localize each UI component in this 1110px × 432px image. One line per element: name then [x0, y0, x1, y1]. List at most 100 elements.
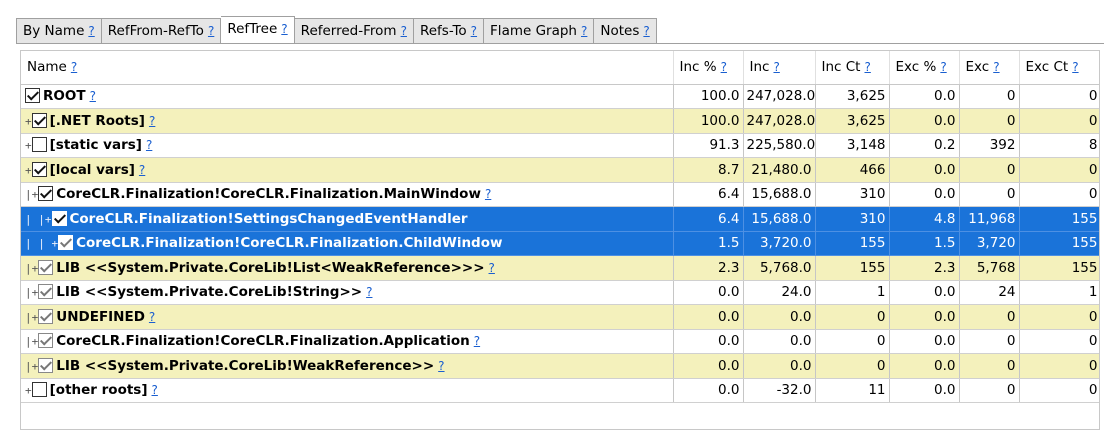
help-link[interactable]: ?	[721, 60, 727, 74]
expand-toggle[interactable]: +	[32, 188, 39, 201]
name-cell: | | + CoreCLR.Finalization!CoreCLR.Finali…	[21, 231, 674, 256]
row-checkbox[interactable]	[31, 161, 47, 177]
expand-toggle[interactable]: +	[32, 286, 39, 299]
row-checkbox[interactable]	[51, 210, 67, 226]
column-header-label: Inc %	[679, 59, 717, 76]
help-link[interactable]: ?	[88, 24, 94, 38]
help-link[interactable]: ?	[149, 310, 155, 324]
cell-exc-ct: 0	[1019, 378, 1099, 403]
cell-inc-ct: 3,625	[815, 108, 890, 134]
help-link[interactable]: ?	[401, 24, 407, 38]
help-link[interactable]: ?	[581, 24, 587, 38]
column-header-name[interactable]: Name?	[21, 51, 674, 85]
tree-row[interactable]: + [other roots]? 0.0 -32.0 11 0.0 0 0	[21, 378, 1099, 403]
tree-row[interactable]: ROOT? 100.0 247,028.0 3,625 0.0 0 0	[21, 84, 1099, 109]
row-checkbox[interactable]	[31, 137, 47, 153]
tree-row[interactable]: + [local vars]? 8.7 21,480.0 466 0.0 0 0	[21, 157, 1099, 183]
column-header-inc[interactable]: Inc?	[743, 51, 816, 85]
node-name: CoreCLR.Finalization!CoreCLR.Finalizatio…	[56, 333, 470, 350]
help-link[interactable]: ?	[146, 138, 152, 152]
tree-row[interactable]: |+ UNDEFINED? 0.0 0.0 0 0.0 0 0	[21, 304, 1099, 330]
row-checkbox[interactable]	[38, 284, 54, 300]
help-link[interactable]: ?	[281, 22, 287, 36]
expand-toggle[interactable]: +	[25, 115, 32, 128]
name-cell: |+ UNDEFINED?	[21, 304, 674, 330]
tab-by-name[interactable]: By Name?	[16, 18, 102, 44]
help-link[interactable]: ?	[90, 89, 96, 103]
tab-refs-to[interactable]: Refs-To?	[413, 18, 485, 44]
cell-inc-pct: 0.0	[673, 280, 744, 305]
row-checkbox[interactable]	[25, 88, 40, 104]
cell-exc-ct: 0	[1019, 108, 1099, 134]
help-link[interactable]: ?	[643, 24, 649, 38]
node-name: ROOT	[43, 88, 86, 105]
help-link[interactable]: ?	[471, 24, 477, 38]
help-link[interactable]: ?	[485, 187, 491, 201]
tab-referred-from[interactable]: Referred-From?	[294, 18, 414, 44]
help-link[interactable]: ?	[993, 60, 999, 74]
cell-exc-ct: 0	[1019, 329, 1099, 354]
help-link[interactable]: ?	[773, 60, 779, 74]
column-header-exc-[interactable]: Exc %?	[889, 51, 960, 85]
tab-label: RefFrom-RefTo	[107, 23, 204, 39]
help-link[interactable]: ?	[864, 60, 870, 74]
help-link[interactable]: ?	[208, 24, 214, 38]
tree-row[interactable]: |+ CoreCLR.Finalization!CoreCLR.Finalizat…	[21, 329, 1099, 354]
node-name: LIB <<System.Private.CoreLib!WeakReferen…	[56, 357, 435, 374]
cell-inc: 247,028.0	[743, 84, 816, 109]
row-checkbox[interactable]	[38, 333, 54, 349]
help-link[interactable]: ?	[71, 60, 77, 74]
expand-toggle[interactable]: +	[32, 335, 39, 348]
help-link[interactable]: ?	[1072, 60, 1078, 74]
expand-toggle[interactable]: +	[32, 360, 39, 373]
row-checkbox[interactable]	[58, 235, 74, 251]
cell-exc-pct: 0.0	[889, 108, 960, 134]
tab-reftree[interactable]: RefTree?	[221, 16, 295, 44]
cell-inc: 21,480.0	[743, 157, 816, 183]
row-checkbox[interactable]	[31, 112, 47, 128]
expand-toggle[interactable]: +	[25, 164, 32, 177]
tree-row[interactable]: |+ LIB <<System.Private.CoreLib!String>>?…	[21, 280, 1099, 305]
expand-toggle[interactable]: +	[25, 384, 32, 397]
help-link[interactable]: ?	[139, 163, 145, 177]
tree-row[interactable]: |+ LIB <<System.Private.CoreLib!WeakRefer…	[21, 353, 1099, 379]
cell-inc-ct: 0	[815, 353, 890, 379]
tree-row[interactable]: + [.NET Roots]? 100.0 247,028.0 3,625 0.0 0 0	[21, 108, 1099, 134]
cell-exc-ct: 1	[1019, 280, 1099, 305]
expand-toggle[interactable]: +	[25, 139, 32, 152]
column-header-exc-ct[interactable]: Exc Ct?	[1019, 51, 1099, 85]
cell-inc: 5,768.0	[743, 255, 816, 281]
help-link[interactable]: ?	[366, 285, 372, 299]
row-checkbox[interactable]	[38, 186, 54, 202]
row-checkbox[interactable]	[38, 357, 54, 373]
column-header-exc[interactable]: Exc?	[959, 51, 1020, 85]
node-name: CoreCLR.Finalization!SettingsChangedEven…	[69, 210, 468, 227]
name-cell: ROOT?	[21, 84, 674, 109]
expand-toggle[interactable]: +	[32, 311, 39, 324]
help-link[interactable]: ?	[149, 114, 155, 128]
tree-row[interactable]: + [static vars]? 91.3 225,580.0 3,148 0.2 392 8	[21, 133, 1099, 158]
tree-row[interactable]: |+ LIB <<System.Private.CoreLib!List<Weak…	[21, 255, 1099, 281]
row-checkbox[interactable]	[31, 382, 47, 398]
tree-row[interactable]: |+ CoreCLR.Finalization!CoreCLR.Finalizat…	[21, 182, 1099, 207]
help-link[interactable]: ?	[152, 383, 158, 397]
help-link[interactable]: ?	[474, 334, 480, 348]
help-link[interactable]: ?	[489, 261, 495, 275]
row-checkbox[interactable]	[38, 259, 54, 275]
help-link[interactable]: ?	[438, 359, 444, 373]
cell-inc: 247,028.0	[743, 108, 816, 134]
expand-toggle[interactable]: +	[52, 237, 59, 250]
help-link[interactable]: ?	[940, 60, 946, 74]
tree-row[interactable]: | |+ CoreCLR.Finalization!SettingsChanged…	[21, 206, 1099, 232]
expand-toggle[interactable]: +	[45, 213, 52, 226]
ref-tree-grid[interactable]: Name? Inc %? Inc? Inc Ct? Exc %? Exc? Exc Ct? …	[20, 50, 1100, 430]
row-checkbox[interactable]	[38, 308, 54, 324]
expand-toggle[interactable]: +	[32, 262, 39, 275]
tab-reffrom-refto[interactable]: RefFrom-RefTo?	[101, 18, 222, 44]
column-header-inc-[interactable]: Inc %?	[673, 51, 744, 85]
tab-flame-graph[interactable]: Flame Graph?	[484, 18, 595, 44]
tab-notes[interactable]: Notes?	[594, 18, 657, 44]
grid-body: ROOT? 100.0 247,028.0 3,625 0.0 0 0 + [.NET Root…	[21, 84, 1099, 403]
column-header-inc-ct[interactable]: Inc Ct?	[815, 51, 890, 85]
tree-row[interactable]: | | + CoreCLR.Finalization!CoreCLR.Finali…	[21, 231, 1099, 256]
